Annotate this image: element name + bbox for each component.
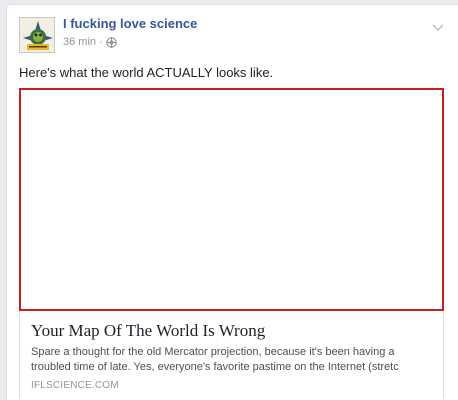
link-preview[interactable]: Your Map Of The World Is Wrong Spare a t… <box>19 88 444 398</box>
link-preview-body[interactable]: Your Map Of The World Is Wrong Spare a t… <box>19 311 444 398</box>
chevron-down-icon[interactable] <box>432 19 444 32</box>
page-name-link[interactable]: I fucking love science <box>63 16 197 31</box>
post-text: Here's what the world ACTUALLY looks lik… <box>19 65 274 80</box>
post-meta: 36 min · <box>63 36 117 48</box>
feed-post-card: I fucking love science 36 min · Here's w… <box>6 4 458 400</box>
link-title[interactable]: Your Map Of The World Is Wrong <box>31 321 265 341</box>
link-preview-image[interactable] <box>19 88 444 311</box>
page-avatar[interactable] <box>19 17 55 53</box>
post-timestamp[interactable]: 36 min <box>63 36 96 48</box>
globe-icon[interactable] <box>105 36 117 48</box>
link-description: Spare a thought for the old Mercator pro… <box>31 346 399 373</box>
link-domain: IFLSCIENCE.COM <box>31 380 119 391</box>
iflscience-logo-icon <box>20 18 54 52</box>
meta-separator: · <box>99 36 103 48</box>
